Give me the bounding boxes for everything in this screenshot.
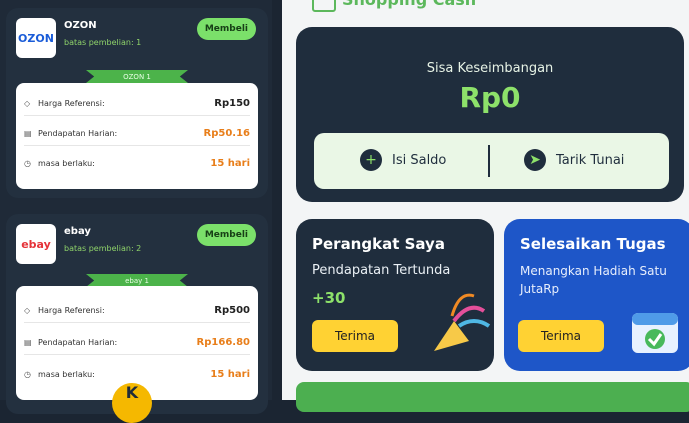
detail-value: 15 hari (210, 157, 250, 169)
balance-card: Sisa Keseimbangan Rp0 + Isi Saldo ➤ Tari… (296, 27, 684, 202)
balance-amount: Rp0 (459, 81, 521, 114)
product-ribbon: OZON 1 (86, 70, 188, 83)
cart-icon (312, 0, 336, 12)
calendar-check-icon (632, 313, 678, 353)
product-detail: ◇ Harga Referensi: Rp150 ▤ Pendapatan Ha… (16, 83, 258, 189)
product-list-panel: OZON OZON batas pembelian: 1 Membeli OZO… (0, 0, 272, 423)
detail-value: Rp166.80 (196, 336, 250, 348)
action-divider (488, 145, 490, 177)
detail-label: Pendapatan Harian: (38, 337, 118, 347)
product-name: OZON (64, 20, 97, 31)
tile-title: Perangkat Saya (312, 235, 445, 253)
tile-subtitle: Menangkan Hadiah Satu JutaRp (520, 264, 667, 296)
detail-label: Harga Referensi: (38, 305, 105, 315)
buy-button[interactable]: Membeli (196, 18, 256, 40)
detail-label: Harga Referensi: (38, 98, 105, 108)
withdraw-button[interactable]: ➤ Tarik Tunai (524, 149, 624, 171)
balance-label: Sisa Keseimbangan (426, 61, 554, 76)
top-up-label: Isi Saldo (392, 152, 447, 168)
clock-icon: ◷ (24, 369, 31, 379)
ozon-logo: OZON (16, 18, 56, 58)
clock-icon: ◷ (24, 158, 31, 168)
tile-value: +30 (312, 289, 346, 307)
income-icon: ▤ (24, 337, 32, 347)
detail-row: ▤ Pendapatan Harian: Rp50.16 (24, 121, 250, 146)
ebay-logo: ebay (16, 224, 56, 264)
detail-row: ▤ Pendapatan Harian: Rp166.80 (24, 330, 250, 355)
receive-button[interactable]: Terima (518, 320, 604, 352)
app-badge-icon: K (112, 383, 152, 423)
receive-button[interactable]: Terima (312, 320, 398, 352)
detail-label: masa berlaku: (38, 158, 95, 168)
purchase-limit: batas pembelian: 1 (64, 38, 142, 47)
detail-label: masa berlaku: (38, 369, 95, 379)
app-title: Shopping Cash (342, 0, 476, 9)
income-icon: ▤ (24, 128, 32, 138)
send-icon: ➤ (524, 149, 546, 171)
detail-value: Rp150 (214, 97, 250, 109)
my-devices-tile[interactable]: Perangkat Saya Pendapatan Tertunda +30 T… (296, 219, 494, 371)
top-up-button[interactable]: + Isi Saldo (360, 149, 446, 171)
tile-title: Selesaikan Tugas (520, 235, 666, 253)
complete-tasks-tile[interactable]: Selesaikan Tugas Menangkan Hadiah Satu J… (504, 219, 689, 371)
detail-value: Rp50.16 (203, 127, 251, 139)
app-header: Shopping Cash (282, 0, 689, 16)
detail-row: ◇ Harga Referensi: Rp500 (24, 298, 250, 323)
buy-button[interactable]: Membeli (196, 224, 256, 246)
detail-row: ◇ Harga Referensi: Rp150 (24, 91, 250, 116)
detail-value: Rp500 (214, 304, 250, 316)
wallet-panel: Shopping Cash Sisa Keseimbangan Rp0 + Is… (282, 0, 689, 412)
product-name: ebay (64, 226, 91, 237)
detail-value: 15 hari (210, 368, 250, 380)
plus-icon: + (360, 149, 382, 171)
tag-icon: ◇ (24, 98, 31, 108)
tag-icon: ◇ (24, 305, 31, 315)
purchase-limit: batas pembelian: 2 (64, 244, 142, 253)
withdraw-label: Tarik Tunai (556, 152, 625, 168)
party-popper-icon (434, 293, 491, 351)
detail-label: Pendapatan Harian: (38, 128, 118, 138)
tile-subtitle: Pendapatan Tertunda (312, 263, 451, 278)
wallet-actions: + Isi Saldo ➤ Tarik Tunai (314, 133, 669, 189)
green-banner[interactable] (296, 382, 689, 412)
detail-row: ◷ masa berlaku: 15 hari (24, 151, 250, 175)
product-card-ozon: OZON OZON batas pembelian: 1 Membeli OZO… (6, 8, 268, 198)
